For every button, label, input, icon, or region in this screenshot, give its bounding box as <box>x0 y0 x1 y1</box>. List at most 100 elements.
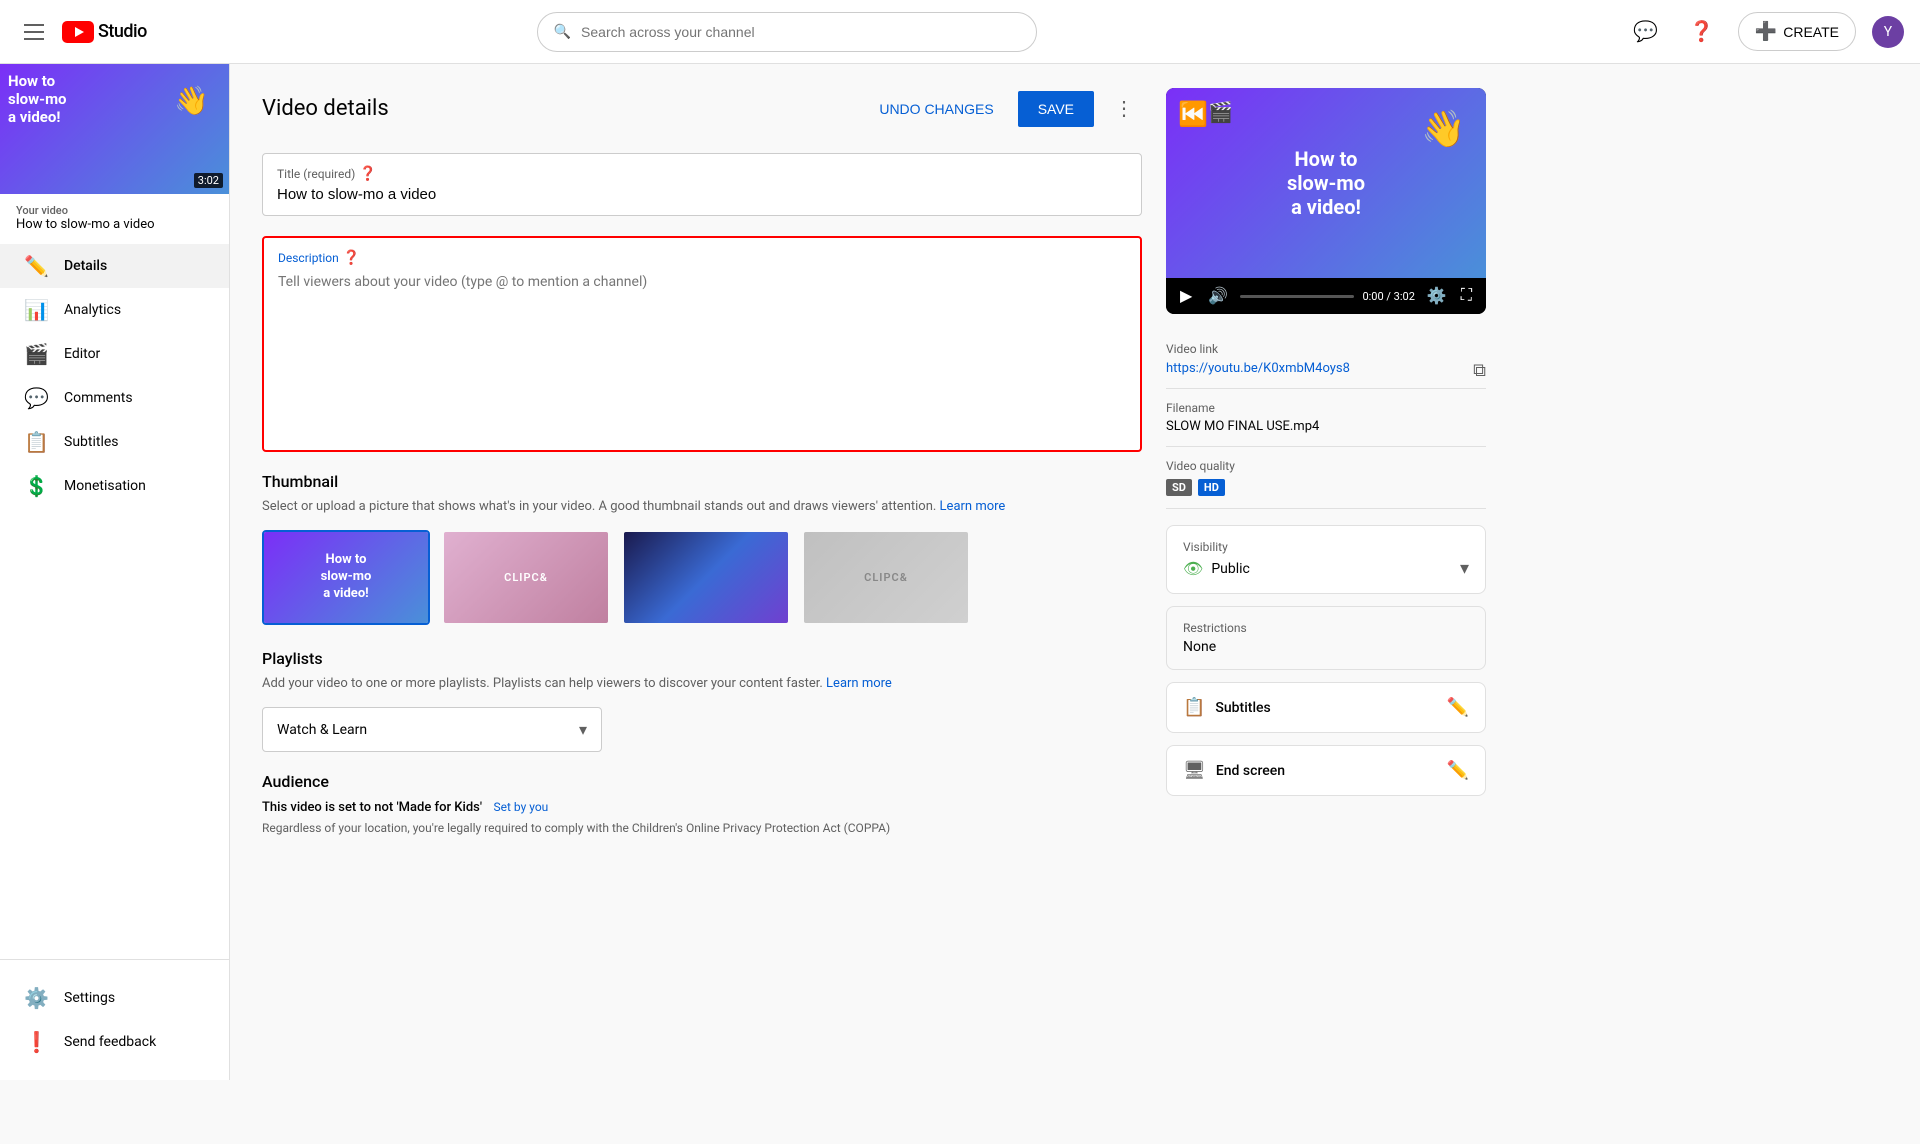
badge-hd: HD <box>1198 479 1225 496</box>
filename-value: SLOW MO FINAL USE.mp4 <box>1166 419 1486 434</box>
sidebar-item-subtitles[interactable]: 📋 Subtitles <box>0 420 229 464</box>
right-panel: How toslow-moa video! 👋 ⏮️ 🎬 ▶ 🔊 0:00 / … <box>1166 88 1486 1056</box>
comments-icon: 💬 <box>24 386 48 410</box>
endscreen-label: End screen <box>1216 763 1285 779</box>
create-label: CREATE <box>1783 24 1839 40</box>
logo[interactable]: Studio <box>62 21 147 43</box>
endscreen-left: 🖥 End screen <box>1183 760 1285 781</box>
feedback-label: Send feedback <box>64 1034 156 1050</box>
copy-link-button[interactable]: ⧉ <box>1473 360 1486 381</box>
search-bar[interactable]: 🔍 <box>537 12 1037 52</box>
playlist-dropdown[interactable]: Watch & Learn ▾ <box>262 707 602 752</box>
end-screen-card[interactable]: 🖥 End screen ✏️ <box>1166 745 1486 796</box>
subtitles-icon: 📋 <box>1183 697 1205 718</box>
sidebar-video-thumbnail[interactable]: How toslow-moa video! 👋 3:02 <box>0 64 229 194</box>
comments-icon-button[interactable]: 💬 <box>1626 12 1666 52</box>
sidebar-item-editor[interactable]: 🎬 Editor <box>0 332 229 376</box>
video-link[interactable]: https://youtu.be/K0xmbM4oys8 <box>1166 361 1350 376</box>
subtitles-card[interactable]: 📋 Subtitles ✏️ <box>1166 682 1486 733</box>
thumbnail-option-2[interactable]: CLIPC& <box>442 530 610 625</box>
fullscreen-button[interactable]: ⛶ <box>1457 284 1476 308</box>
subtitles-edit-icon[interactable]: ✏️ <box>1447 697 1469 718</box>
video-controls-right: ⚙️ ⛶ <box>1423 284 1476 308</box>
description-input[interactable] <box>278 274 1126 434</box>
save-button[interactable]: SAVE <box>1018 91 1094 127</box>
sidebar-item-details-label: Details <box>64 258 107 274</box>
endscreen-icon: 🖥 <box>1183 760 1206 781</box>
layout: How toslow-moa video! 👋 3:02 Your video … <box>0 64 1920 1080</box>
thumbnails-row: How toslow-moa video! CLIPC& CLIPC& <box>262 530 1142 625</box>
more-options-button[interactable]: ⋮ <box>1106 88 1142 129</box>
settings-video-button[interactable]: ⚙️ <box>1423 284 1451 308</box>
search-input[interactable] <box>581 24 1020 40</box>
thumbnail-option-4[interactable]: CLIPC& <box>802 530 970 625</box>
page-title: Video details <box>262 96 389 121</box>
your-video-label: Your video <box>16 204 213 217</box>
sidebar-item-subtitles-label: Subtitles <box>64 434 119 450</box>
thumb-duration: 3:02 <box>194 173 223 188</box>
title-help-icon[interactable]: ❓ <box>359 166 376 182</box>
details-icon: ✏️ <box>24 254 48 278</box>
description-field: Description ❓ <box>262 236 1142 452</box>
playlists-learn-more-link[interactable]: Learn more <box>826 676 892 691</box>
sidebar-item-comments-label: Comments <box>64 390 133 406</box>
video-preview: How toslow-moa video! 👋 ⏮️ 🎬 ▶ 🔊 0:00 / … <box>1166 88 1486 314</box>
description-help-icon[interactable]: ❓ <box>343 250 360 266</box>
sidebar-nav: ✏️ Details 📊 Analytics 🎬 Editor 💬 Commen… <box>0 236 229 516</box>
topbar: Studio 🔍 💬 ❓ ➕ CREATE Y <box>0 0 1920 64</box>
audience-kids-label: This video is set to not 'Made for Kids'… <box>262 799 1142 815</box>
playlist-chevron-icon: ▾ <box>579 720 587 739</box>
volume-button[interactable]: 🔊 <box>1204 284 1232 308</box>
help-icon-button[interactable]: ❓ <box>1682 12 1722 52</box>
sidebar-item-comments[interactable]: 💬 Comments <box>0 376 229 420</box>
thumb-3-image <box>624 532 788 623</box>
hamburger-button[interactable] <box>16 16 52 48</box>
visibility-card[interactable]: Visibility 👁 Public ▾ <box>1166 525 1486 594</box>
sidebar: How toslow-moa video! 👋 3:02 Your video … <box>0 64 230 1080</box>
visibility-row: 👁 Public ▾ <box>1183 558 1469 579</box>
subtitles-nav-icon: 📋 <box>24 430 48 454</box>
thumbnail-option-3[interactable] <box>622 530 790 625</box>
editor-icon: 🎬 <box>24 342 48 366</box>
analytics-icon: 📊 <box>24 298 48 322</box>
thumbnail-option-1[interactable]: How toslow-moa video! <box>262 530 430 625</box>
title-input[interactable] <box>277 186 1127 203</box>
sidebar-item-details[interactable]: ✏️ Details <box>0 244 229 288</box>
subtitles-left: 📋 Subtitles <box>1183 697 1271 718</box>
sidebar-item-monetisation[interactable]: 💲 Monetisation <box>0 464 229 508</box>
undo-button[interactable]: UNDO CHANGES <box>867 93 1005 125</box>
playlists-desc: Add your video to one or more playlists.… <box>262 676 1142 691</box>
sidebar-item-settings[interactable]: ⚙️ Settings <box>0 976 229 1020</box>
quality-badges: SD HD <box>1166 479 1486 496</box>
sidebar-video-info: Your video How to slow-mo a video <box>0 194 229 236</box>
sidebar-item-analytics[interactable]: 📊 Analytics <box>0 288 229 332</box>
thumb-4-image: CLIPC& <box>804 532 968 623</box>
set-by-you-link[interactable]: Set by you <box>494 800 549 814</box>
restrictions-value: None <box>1183 639 1469 655</box>
badge-sd: SD <box>1166 479 1192 496</box>
thumbnail-desc: Select or upload a picture that shows wh… <box>262 499 1142 514</box>
endscreen-card-content: 🖥 End screen ✏️ <box>1167 746 1485 795</box>
visibility-label: Visibility <box>1183 540 1469 554</box>
settings-icon: ⚙️ <box>24 986 48 1010</box>
time-display: 0:00 / 3:02 <box>1362 290 1414 303</box>
left-panel: Video details UNDO CHANGES SAVE ⋮ Title … <box>262 88 1142 1056</box>
sidebar-item-monetisation-label: Monetisation <box>64 478 146 494</box>
video-preview-title: How toslow-moa video! <box>1271 131 1381 235</box>
play-button[interactable]: ▶ <box>1176 284 1196 308</box>
logo-text: Studio <box>98 21 147 42</box>
restrictions-label: Restrictions <box>1183 621 1469 635</box>
create-button[interactable]: ➕ CREATE <box>1738 12 1856 51</box>
playlist-selected-label: Watch & Learn <box>277 722 367 738</box>
sidebar-item-feedback[interactable]: ❗ Send feedback <box>0 1020 229 1064</box>
audience-title: Audience <box>262 772 1142 791</box>
main-content: Video details UNDO CHANGES SAVE ⋮ Title … <box>230 64 1920 1080</box>
progress-bar[interactable] <box>1240 295 1354 298</box>
video-preview-bg: How toslow-moa video! 👋 ⏮️ 🎬 <box>1166 88 1486 278</box>
avatar[interactable]: Y <box>1872 16 1904 48</box>
playlists-section: Playlists Add your video to one or more … <box>262 649 1142 752</box>
visibility-eye-icon: 👁 <box>1183 559 1203 578</box>
thumbnail-learn-more-link[interactable]: Learn more <box>940 499 1006 514</box>
endscreen-edit-icon[interactable]: ✏️ <box>1447 760 1469 781</box>
sidebar-bottom: ⚙️ Settings ❗ Send feedback <box>0 959 229 1080</box>
